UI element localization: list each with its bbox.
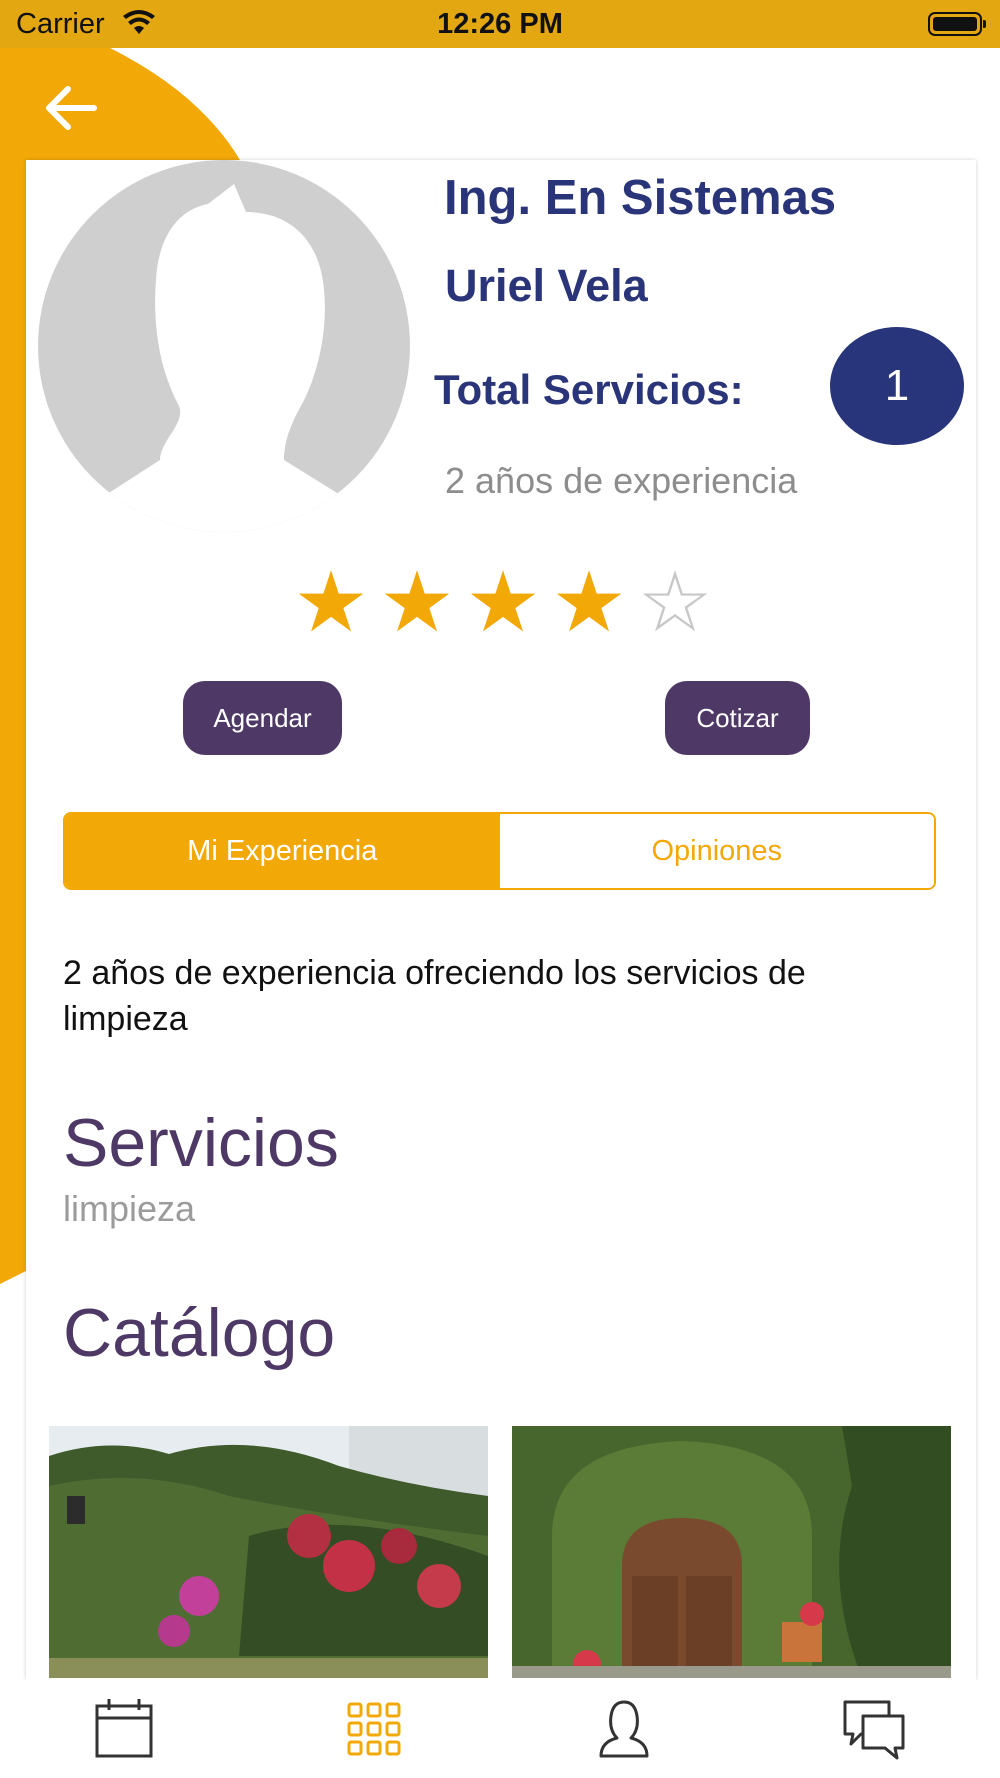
total-services-badge: 1	[830, 327, 964, 445]
catalog-image[interactable]	[512, 1426, 951, 1678]
experience-years: 2 años de experiencia	[445, 460, 798, 501]
agendar-button[interactable]: Agendar	[183, 681, 342, 755]
status-time: 12:26 PM	[437, 8, 563, 40]
catalog-image[interactable]	[49, 1426, 488, 1678]
tab-mi-experiencia[interactable]: Mi Experiencia	[65, 814, 500, 888]
calendar-icon[interactable]	[89, 1694, 159, 1764]
back-arrow-icon	[46, 86, 97, 130]
tab-opiniones[interactable]: Opiniones	[499, 814, 934, 888]
star-icon[interactable]: ★	[374, 560, 460, 644]
back-button[interactable]	[40, 78, 104, 138]
cotizar-button[interactable]: Cotizar	[665, 681, 810, 755]
grid-icon[interactable]	[339, 1694, 409, 1764]
profile-degree: Ing. En Sistemas	[444, 171, 837, 225]
star-icon[interactable]: ★	[288, 560, 374, 644]
user-icon[interactable]	[589, 1694, 659, 1764]
bottom-tab-bar	[0, 1680, 1000, 1778]
experience-description: 2 años de experiencia ofreciendo los ser…	[63, 954, 806, 1038]
segmented-control: Mi Experiencia Opiniones	[63, 812, 936, 890]
chat-icon[interactable]	[839, 1694, 909, 1764]
services-value: limpieza	[63, 1188, 196, 1229]
total-services-label: Total Servicios:	[434, 366, 744, 413]
catalog-title: Catálogo	[63, 1295, 336, 1371]
services-title: Servicios	[63, 1105, 339, 1181]
battery-icon	[928, 12, 986, 36]
rating-stars: ★ ★ ★ ★ ☆	[288, 560, 718, 644]
profile-name: Uriel Vela	[445, 260, 648, 311]
star-icon[interactable]: ★	[460, 560, 546, 644]
avatar	[38, 160, 410, 532]
status-bar: Carrier 12:26 PM	[0, 0, 1000, 48]
star-icon[interactable]: ★	[546, 560, 632, 644]
star-outline-icon[interactable]: ☆	[632, 560, 718, 644]
